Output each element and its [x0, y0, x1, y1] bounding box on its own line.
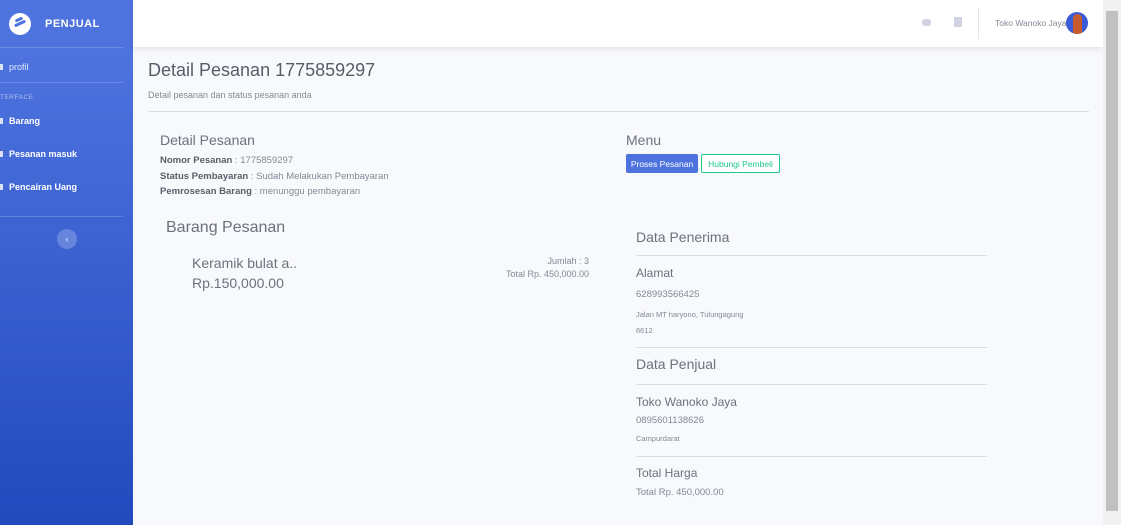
product-quantity: Jumlah : 3 [547, 256, 589, 266]
section-divider [636, 456, 987, 457]
status-label: Status Pembayaran [160, 171, 249, 182]
penjual-title: Data Penjual [636, 356, 717, 372]
proses-label: Pemrosesan Barang [160, 186, 252, 197]
sidebar-item-label: profil [9, 62, 29, 72]
topbar: Toko Wanoko Jaya [133, 0, 1103, 47]
messages-icon[interactable] [922, 19, 931, 26]
nomor-pesanan: Nomor Pesanan : 1775859297 [160, 155, 293, 166]
penerima-phone: 628993566425 [636, 289, 700, 300]
chevron-left-icon: ‹ [65, 234, 69, 244]
product-total: Total Rp. 450,000.00 [505, 269, 589, 279]
barang-title: Barang Pesanan [166, 219, 286, 236]
hubungi-pembeli-button[interactable]: Hubungi Pembeli [701, 154, 780, 173]
penerima-title: Data Penerima [636, 229, 730, 245]
sidebar-item-profile[interactable]: profil [0, 62, 29, 72]
sidebar-divider [0, 82, 123, 83]
header-divider [148, 111, 1089, 112]
penjual-phone: 0895601138626 [636, 415, 704, 426]
document-icon[interactable] [954, 17, 962, 27]
avatar[interactable] [1066, 12, 1088, 34]
section-divider [636, 384, 987, 385]
detail-title: Detail Pesanan [160, 132, 255, 148]
sidebar-divider [0, 47, 123, 48]
scrollbar[interactable] [1103, 0, 1121, 525]
bullet-icon [0, 64, 3, 70]
proses-value: : menunggu pembayaran [251, 186, 361, 197]
section-divider [636, 347, 987, 348]
sidebar-toggle-button[interactable]: ‹ [57, 229, 77, 249]
total-title: Total Harga [636, 466, 698, 480]
penjual-city: Campurdarat [636, 434, 680, 443]
page-title: Detail Pesanan 1775859297 [148, 60, 376, 80]
sidebar-heading: TERFACE [0, 94, 34, 101]
bullet-icon [0, 118, 3, 124]
scrollbar-thumb[interactable] [1106, 11, 1118, 511]
user-name[interactable]: Toko Wanoko Jaya [995, 18, 1067, 28]
penjual-name: Toko Wanoko Jaya [636, 395, 737, 409]
sidebar-item-label: Pesanan masuk [9, 149, 78, 159]
sidebar-item-pencairan-uang[interactable]: Pencairan Uang [0, 182, 77, 192]
sidebar-item-pesanan-masuk[interactable]: Pesanan masuk [0, 149, 77, 159]
penerima-address: Jalan MT haryono, Tulungagung [636, 310, 744, 319]
status-value: : Sudah Melakukan Pembayaran [248, 171, 389, 182]
nomor-label: Nomor Pesanan [160, 155, 233, 166]
product-name: Keramik bulat a.. [192, 255, 298, 271]
sidebar-item-barang[interactable]: Barang [0, 116, 40, 126]
alamat-title: Alamat [636, 266, 674, 280]
penerima-postcode: 6612 [636, 326, 653, 335]
pemrosesan-barang: Pemrosesan Barang : menunggu pembayaran [160, 186, 360, 197]
sidebar-brand[interactable]: PENJUAL [0, 0, 133, 47]
sidebar-divider [0, 216, 123, 217]
brand-name: PENJUAL [45, 17, 100, 30]
sidebar-item-label: Barang [9, 116, 41, 126]
sidebar-item-label: Pencairan Uang [9, 182, 78, 192]
nomor-value: : 1775859297 [232, 155, 294, 166]
product-price: Rp.150,000.00 [192, 275, 284, 291]
bullet-icon [0, 184, 3, 190]
topbar-divider [978, 8, 979, 39]
brand-logo-icon [9, 12, 31, 35]
page-subtitle: Detail pesanan dan status pesanan anda [148, 90, 312, 100]
menu-title: Menu [626, 132, 662, 148]
proses-pesanan-button[interactable]: Proses Pesanan [626, 154, 698, 173]
bullet-icon [0, 151, 3, 157]
sidebar: PENJUAL profil TERFACE Barang Pesanan ma… [0, 0, 133, 525]
total-value: Total Rp. 450,000.00 [636, 487, 724, 498]
section-divider [636, 255, 987, 256]
status-pembayaran: Status Pembayaran : Sudah Melakukan Pemb… [160, 171, 389, 182]
